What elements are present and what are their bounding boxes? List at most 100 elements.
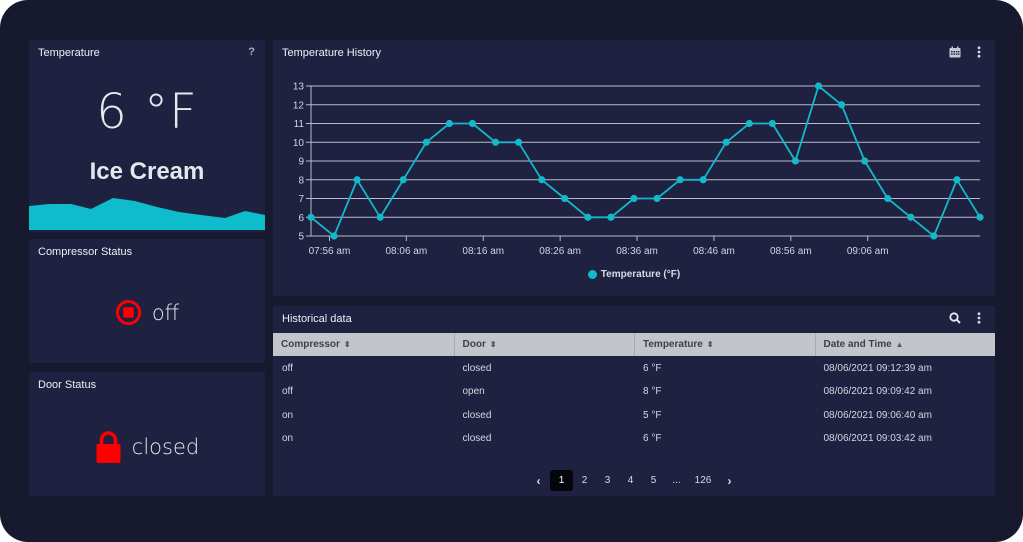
sparkline-area: [29, 198, 265, 230]
compressor-card-title: Compressor Status: [38, 246, 133, 258]
cell-temperature: 5 °F: [643, 409, 662, 421]
help-icon[interactable]: ?: [248, 46, 255, 58]
stop-circle-icon: [115, 299, 141, 326]
x-tick-label: 09:06 am: [847, 246, 889, 257]
current-temperature: 6 °F: [96, 84, 198, 140]
cell-temperature: 8 °F: [643, 386, 662, 398]
table-row: off closed 6 °F 08/06/2021 09:12:39 am: [273, 357, 995, 380]
data-point: [515, 138, 523, 146]
data-point: [468, 119, 477, 128]
sort-icon: ⬍: [706, 340, 714, 349]
column-header-compressor[interactable]: Compressor ⬍: [273, 333, 454, 356]
data-point: [930, 232, 938, 240]
x-tick-label: 08:26 am: [539, 246, 581, 257]
cell-compressor: on: [282, 433, 294, 445]
compressor-status-text: off: [151, 300, 180, 325]
page-button-5[interactable]: 5: [642, 470, 665, 491]
cell-temperature: 6 °F: [643, 363, 662, 375]
page-ellipsis: ...: [672, 475, 681, 486]
x-tick-label: 08:46 am: [693, 246, 735, 257]
temperature-card-title: Temperature: [38, 47, 100, 59]
data-point: [953, 176, 961, 184]
data-point: [907, 213, 915, 221]
data-point: [538, 176, 546, 184]
data-point: [976, 213, 984, 221]
cell-door: closed: [462, 433, 492, 445]
data-point: [745, 119, 753, 128]
y-tick-label: 10: [293, 138, 305, 149]
data-point: [768, 119, 776, 128]
x-tick-label: 07:56 am: [309, 246, 351, 257]
more-vertical-icon[interactable]: [973, 312, 985, 324]
cell-compressor: off: [282, 386, 293, 398]
column-header-door[interactable]: Door ⬍: [453, 333, 635, 356]
column-header-temperature[interactable]: Temperature ⬍: [634, 333, 815, 356]
data-point: [630, 194, 638, 203]
temperature-line-chart: 5 6 7 8 9 10 11 12 13 07:56 am 08:06 am 08:16 am 08:…: [293, 82, 984, 257]
cell-door: open: [462, 386, 485, 398]
page-button-4[interactable]: 4: [619, 470, 642, 491]
page-button-3[interactable]: 3: [596, 470, 619, 491]
table-row: on closed 6 °F 08/06/2021 09:03:42 am: [273, 427, 995, 450]
data-point: [653, 194, 661, 203]
x-tick-label: 08:16 am: [462, 246, 504, 257]
chart-legend[interactable]: Temperature (°F): [273, 269, 995, 280]
data-point: [837, 101, 846, 109]
y-tick-label: 5: [298, 232, 304, 243]
table-card-title: Historical data: [282, 313, 352, 325]
door-status-text: closed: [131, 435, 200, 459]
sort-icon: ⬍: [343, 340, 351, 349]
y-tick-label: 6: [298, 213, 304, 224]
data-point: [330, 232, 338, 240]
door-status-card: Door Status closed: [29, 372, 265, 496]
cell-date-time: 08/06/2021 09:09:42 am: [823, 386, 932, 398]
data-point: [699, 176, 707, 184]
temperature-history-card: Temperature History 5 6 7 8 9 10 11 12 13 07:56 a…: [273, 40, 995, 296]
data-point: [607, 213, 615, 221]
data-point: [584, 213, 592, 221]
data-point: [399, 176, 407, 184]
data-point: [791, 157, 800, 165]
page-button-2[interactable]: 2: [573, 470, 596, 491]
y-tick-label: 8: [298, 175, 304, 186]
data-point: [814, 82, 823, 90]
table-header: Compressor ⬍ Door ⬍ Temperature ⬍ Date and …: [273, 333, 995, 356]
y-tick-label: 7: [298, 194, 304, 205]
cell-date-time: 08/06/2021 09:12:39 am: [823, 363, 932, 375]
cell-date-time: 08/06/2021 09:03:42 am: [823, 433, 932, 445]
data-point: [861, 157, 869, 165]
legend-label: Temperature (°F): [600, 269, 681, 280]
door-status: closed: [29, 430, 265, 464]
data-point: [376, 213, 384, 221]
data-point: [353, 176, 361, 184]
y-tick-label: 12: [293, 100, 305, 111]
column-header-date-time[interactable]: Date and Time ▲: [814, 333, 996, 356]
previous-page-button[interactable]: ‹: [527, 470, 550, 491]
x-tick-label: 08:36 am: [616, 246, 658, 257]
x-tick-label: 08:56 am: [770, 246, 812, 257]
cell-temperature: 6 °F: [643, 433, 662, 445]
temperature-card: Temperature ? 6 °F Ice Cream: [29, 40, 265, 232]
cell-door: closed: [462, 363, 492, 375]
next-page-button[interactable]: ›: [718, 470, 741, 491]
legend-marker: [587, 270, 597, 279]
search-icon[interactable]: [949, 312, 961, 324]
lock-icon: [96, 431, 121, 463]
cell-compressor: off: [282, 363, 293, 375]
historical-data-card: Historical data Compressor ⬍ Door ⬍ Temper…: [273, 306, 995, 496]
data-point: [561, 194, 569, 203]
product-name: Ice Cream: [89, 158, 205, 185]
data-point: [491, 138, 500, 146]
dashboard: Temperature ? 6 °F Ice Cream Compressor …: [0, 0, 1023, 542]
cell-date-time: 08/06/2021 09:06:40 am: [823, 409, 932, 421]
data-point: [676, 176, 684, 184]
table-body: off closed 6 °F 08/06/2021 09:12:39 am o…: [273, 357, 995, 450]
page-button-last[interactable]: 126: [688, 470, 718, 491]
page-button-1[interactable]: 1: [550, 470, 573, 491]
compressor-status: off: [29, 299, 265, 326]
cell-door: closed: [462, 409, 492, 421]
y-tick-label: 11: [294, 119, 305, 130]
temperature-sparkline: [29, 198, 265, 230]
data-point: [722, 138, 730, 146]
cell-compressor: on: [282, 409, 294, 421]
